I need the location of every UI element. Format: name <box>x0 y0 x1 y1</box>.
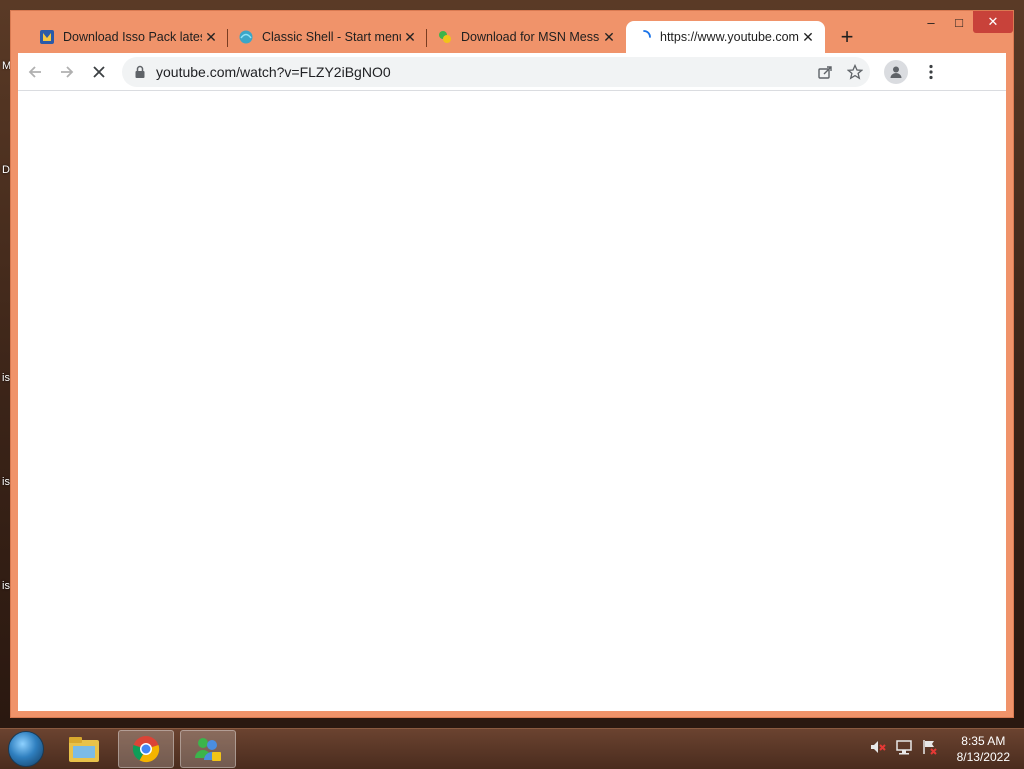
tab-close-icon[interactable]: ✕ <box>600 28 618 46</box>
back-button[interactable] <box>20 57 50 87</box>
action-center-flag-icon <box>923 740 937 755</box>
stop-loading-button[interactable] <box>84 57 114 87</box>
desktop-icon-label[interactable]: is <box>2 476 10 488</box>
tab-isso-pack[interactable]: Download Isso Pack lates ✕ <box>29 21 228 53</box>
arrow-right-icon <box>61 65 74 78</box>
arrow-left-icon <box>28 65 41 78</box>
messenger-icon <box>195 738 221 761</box>
tab-close-icon[interactable]: ✕ <box>202 28 220 46</box>
tab-title: Classic Shell - Start menu <box>262 30 401 44</box>
tab-title: Download Isso Pack lates <box>63 30 202 44</box>
desktop-icon-label[interactable]: is <box>2 580 10 592</box>
taskbar-clock[interactable]: 8:35 AM 8/13/2022 <box>957 733 1010 765</box>
browser-window: – □ ✕ Download Isso Pack lates ✕ Classic… <box>10 10 1014 718</box>
bookmark-button[interactable] <box>840 57 870 87</box>
tab-close-icon[interactable]: ✕ <box>401 28 419 46</box>
taskbar-file-explorer[interactable] <box>56 730 112 768</box>
minimize-button[interactable]: – <box>917 11 945 33</box>
forward-button[interactable] <box>52 57 82 87</box>
maximize-button[interactable]: □ <box>945 11 973 33</box>
tray-volume[interactable] <box>868 737 888 757</box>
network-icon <box>896 740 912 755</box>
start-button[interactable] <box>8 731 44 767</box>
clock-date: 8/13/2022 <box>956 750 1010 764</box>
tab-msn-messenger[interactable]: Download for MSN Mess ✕ <box>427 21 626 53</box>
tab-title: Download for MSN Mess <box>461 30 600 44</box>
tab-strip: Download Isso Pack lates ✕ Classic Shell… <box>29 21 861 53</box>
tab-classic-shell[interactable]: Classic Shell - Start menu ✕ <box>228 21 427 53</box>
avatar-icon <box>890 66 902 78</box>
lock-icon[interactable] <box>134 65 146 79</box>
browser-toolbar: youtube.com/watch?v=FLZY2iBgNO0 <box>18 53 1006 91</box>
file-explorer-icon <box>69 737 99 762</box>
window-caption-buttons: – □ ✕ <box>917 11 1013 33</box>
new-tab-button[interactable]: + <box>833 23 861 51</box>
chrome-icon <box>132 736 160 763</box>
tab-close-icon[interactable]: ✕ <box>799 28 817 46</box>
share-button[interactable] <box>810 57 840 87</box>
url-text[interactable]: youtube.com/watch?v=FLZY2iBgNO0 <box>156 64 391 80</box>
msn-favicon <box>439 31 451 43</box>
loading-spinner-icon <box>643 30 651 38</box>
close-window-button[interactable]: ✕ <box>973 11 1013 33</box>
star-icon <box>847 63 863 80</box>
tray-network[interactable] <box>894 737 914 757</box>
speaker-muted-icon <box>871 741 886 753</box>
taskbar-messenger[interactable] <box>180 730 236 768</box>
page-content-area[interactable] <box>18 91 1006 711</box>
tab-title: https://www.youtube.com <box>660 30 799 44</box>
address-bar[interactable]: youtube.com/watch?v=FLZY2iBgNO0 <box>122 56 870 87</box>
desktop-icon-label[interactable]: D <box>2 164 10 176</box>
taskbar: 8:35 AM 8/13/2022 <box>0 728 1024 769</box>
classic-shell-favicon <box>239 30 253 44</box>
desktop-icon-label[interactable]: is <box>2 372 10 384</box>
share-icon <box>818 65 832 79</box>
more-vertical-icon <box>929 64 933 79</box>
system-tray <box>868 737 940 757</box>
browser-menu-button[interactable] <box>916 57 946 87</box>
tab-youtube[interactable]: https://www.youtube.com ✕ <box>626 21 825 53</box>
close-icon <box>93 65 105 78</box>
clock-time: 8:35 AM <box>961 734 1006 748</box>
profile-button[interactable] <box>884 59 908 84</box>
taskbar-chrome[interactable] <box>118 730 174 768</box>
tray-action-center[interactable] <box>920 737 940 757</box>
isso-pack-favicon <box>40 30 54 44</box>
